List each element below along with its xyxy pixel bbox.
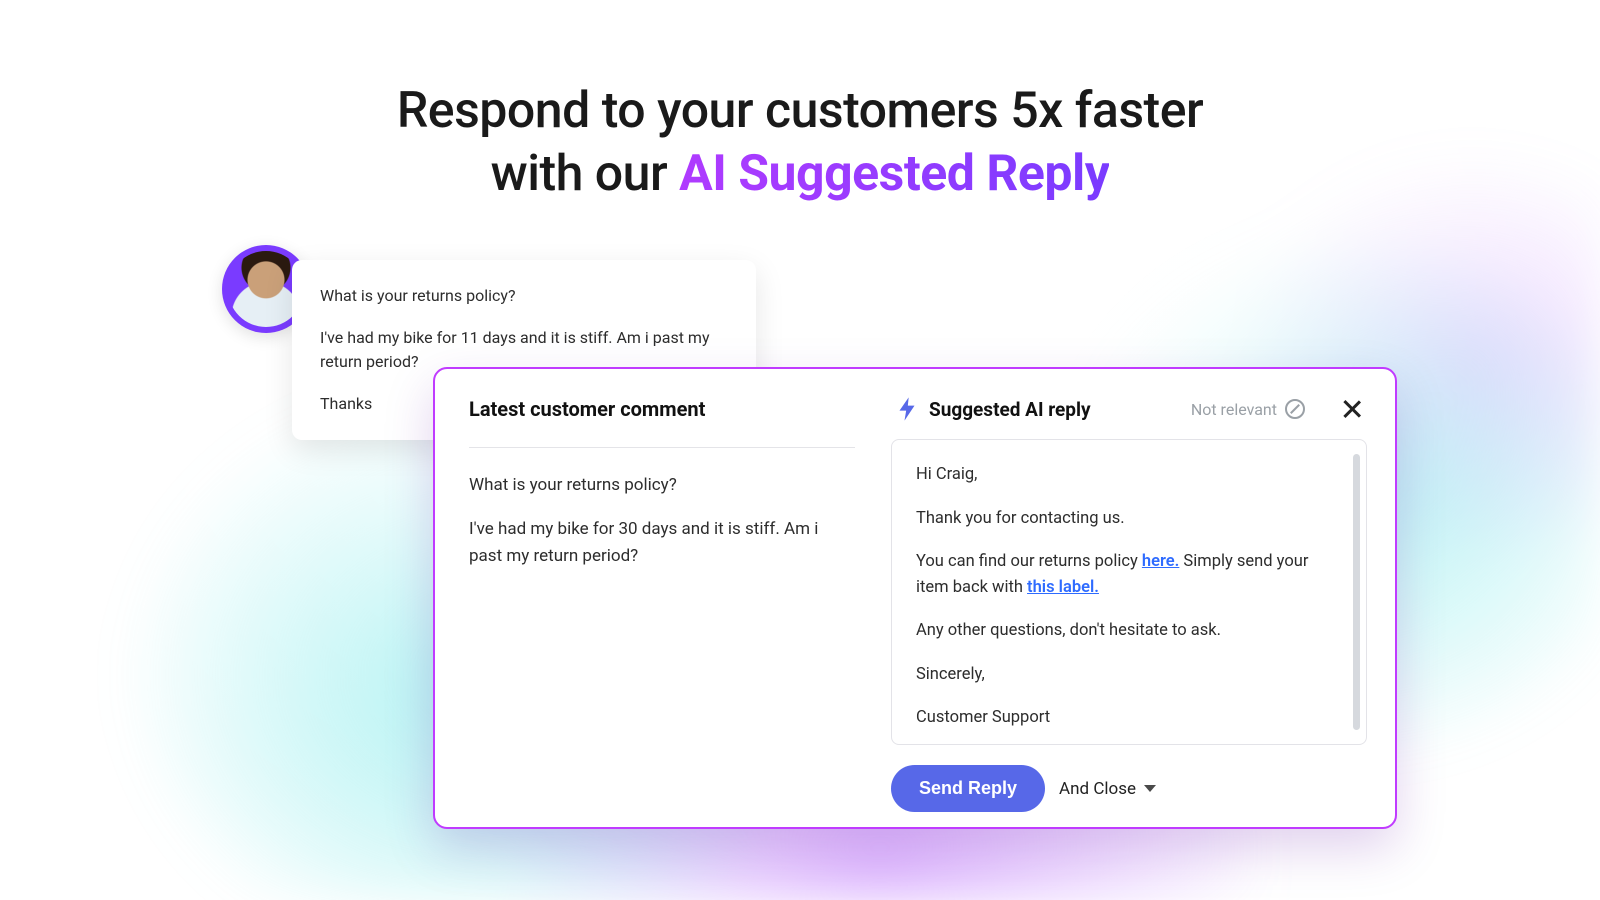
return-label-link[interactable]: this label. [1027,578,1099,597]
ban-icon [1285,399,1305,419]
suggested-reply-title: Suggested AI reply [929,398,1091,421]
divider [469,447,855,448]
ai-reply-panel: Latest customer comment What is your ret… [433,367,1397,829]
send-reply-button[interactable]: Send Reply [891,765,1045,812]
reply-sincerely: Sincerely, [916,662,1342,688]
page-headline: Respond to your customers 5x faster with… [0,80,1600,205]
customer-message-question: What is your returns policy? [320,284,728,308]
returns-policy-link[interactable]: here. [1142,552,1179,571]
suggested-reply-column: Suggested AI reply Not relevant Hi Craig… [885,369,1395,827]
suggested-reply-textbox[interactable]: Hi Craig, Thank you for contacting us. Y… [891,439,1367,745]
latest-comment-body: What is your returns policy? I've had my… [469,472,855,569]
chevron-down-icon [1144,785,1156,792]
reply-signature: Customer Support [916,705,1342,731]
not-relevant-label: Not relevant [1191,400,1277,419]
reply-scrollbar[interactable] [1353,454,1360,730]
latest-comment-column: Latest customer comment What is your ret… [435,369,885,827]
headline-accent: AI Suggested Reply [679,145,1109,203]
suggested-reply-header: Suggested AI reply Not relevant [891,393,1367,421]
reply-any-other: Any other questions, don't hesitate to a… [916,618,1342,644]
headline-line2-prefix: with our [491,145,680,203]
bolt-icon [897,397,917,421]
and-close-dropdown[interactable]: And Close [1059,779,1156,799]
close-icon[interactable] [1341,398,1363,420]
reply-thanks: Thank you for contacting us. [916,506,1342,532]
reply-policy-line: You can find our returns policy here. Si… [916,549,1342,600]
latest-comment-title: Latest customer comment [469,397,855,421]
reply-greeting: Hi Craig, [916,462,1342,488]
not-relevant-button[interactable]: Not relevant [1191,399,1305,419]
headline-line1: Respond to your customers 5x faster [397,82,1203,140]
reply-actions: Send Reply And Close [891,765,1367,812]
latest-comment-text: I've had my bike for 30 days and it is s… [469,516,855,569]
latest-comment-question: What is your returns policy? [469,472,855,498]
and-close-label: And Close [1059,779,1136,799]
